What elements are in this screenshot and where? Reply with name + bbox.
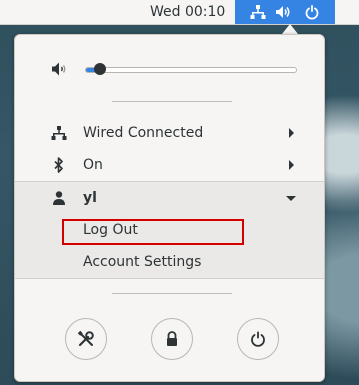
system-menu: Wired Connected On yl Log Out Account Se… [14,34,325,382]
volume-slider-handle[interactable] [94,63,106,75]
chevron-down-icon [286,196,296,201]
menu-item-bluetooth[interactable]: On [15,149,324,181]
separator [112,293,232,294]
bluetooth-icon [51,157,67,177]
network-wired-icon [250,4,266,24]
power-icon [304,4,320,24]
power-icon [251,331,265,347]
speaker-muted-icon [51,61,69,81]
system-status-area[interactable] [235,0,335,24]
power-off-button[interactable] [237,318,279,360]
popup-caret [282,24,298,34]
user-name: yl [83,190,97,206]
menu-item-label: Wired Connected [83,125,204,141]
network-wired-icon [51,125,67,145]
menu-item-user[interactable]: yl [15,182,324,214]
settings-button[interactable] [65,318,107,360]
annotation-highlight-box [62,219,244,245]
menu-item-label: Account Settings [83,254,202,270]
top-bar: Wed 00:10 [0,0,359,25]
settings-icon [77,330,94,347]
lock-button[interactable] [151,318,193,360]
chevron-right-icon [289,160,294,170]
lock-icon [167,331,177,346]
separator [112,101,232,102]
volume-icon [275,4,291,24]
menu-item-account-settings[interactable]: Account Settings [15,246,324,278]
menu-item-wired[interactable]: Wired Connected [15,117,324,149]
volume-slider-track[interactable] [85,67,297,73]
clock[interactable]: Wed 00:10 [150,0,225,24]
menu-item-label: On [83,157,103,173]
user-icon [51,190,67,210]
chevron-right-icon [289,128,294,138]
